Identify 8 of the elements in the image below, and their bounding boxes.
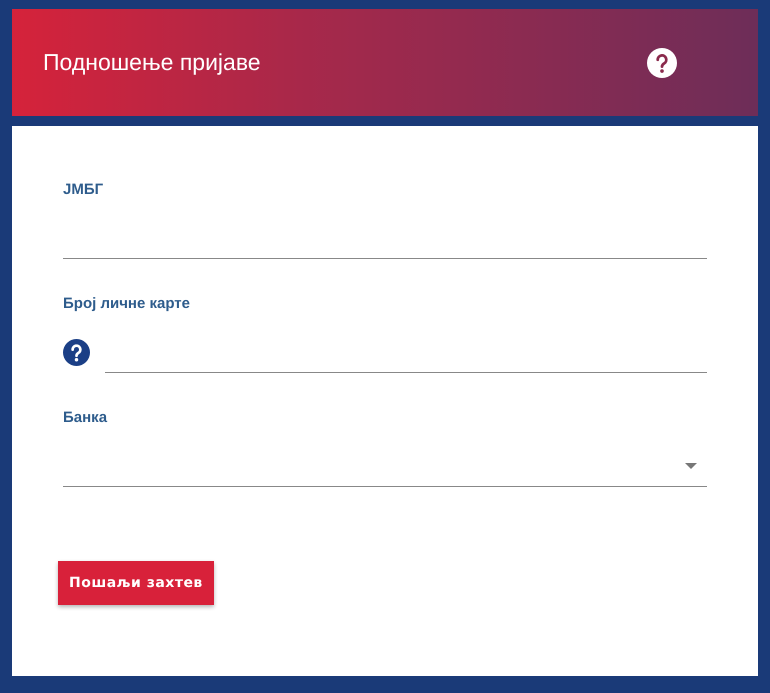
submit-button[interactable]: Пошаљи захтев	[58, 561, 214, 605]
caret-icon	[685, 463, 697, 469]
help-icon[interactable]	[63, 339, 90, 366]
field-label: Број личне карте	[63, 295, 191, 312]
page-title: Подношење пријаве	[43, 49, 261, 76]
help-icon[interactable]	[647, 48, 677, 78]
field-label: ЈМБГ	[63, 181, 104, 198]
field-label: Банка	[63, 409, 108, 426]
